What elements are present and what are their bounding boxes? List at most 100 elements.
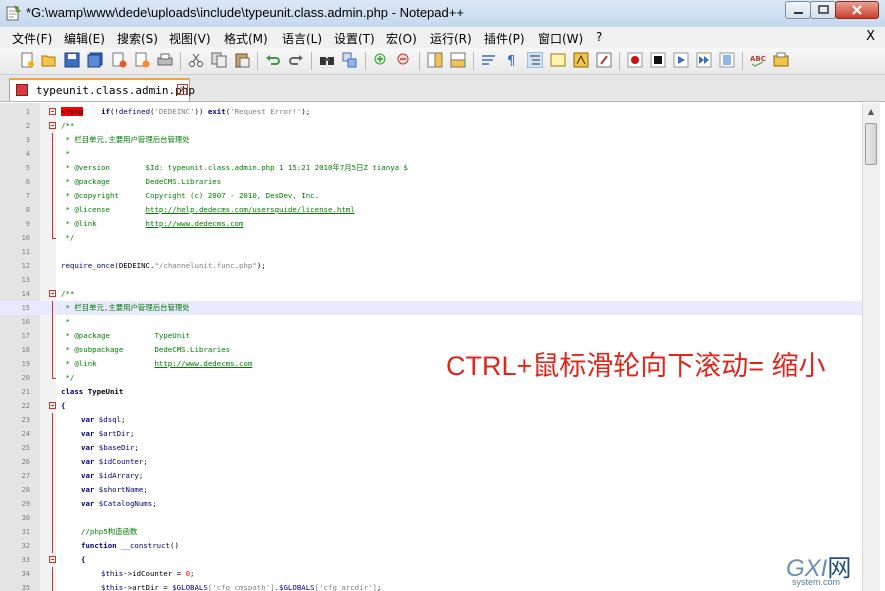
menu-file[interactable]: 文件(F) xyxy=(12,30,52,47)
save-macro-icon[interactable] xyxy=(719,52,735,68)
function-list-icon[interactable] xyxy=(596,52,612,68)
zoom-out-icon[interactable] xyxy=(396,52,412,68)
tab-typeunit[interactable]: typeunit.class.admin.php x xyxy=(9,78,195,101)
save-all-icon[interactable] xyxy=(87,52,103,68)
code-line[interactable]: 5 * @version $Id: typeunit.class.admin.p… xyxy=(0,161,862,175)
paste-icon[interactable] xyxy=(234,52,250,68)
menu-help[interactable]: ? xyxy=(596,30,602,44)
code-line[interactable]: 9 * @link http://www.dedecms.com xyxy=(0,217,862,231)
code-line[interactable]: 31 //php5构造函数 xyxy=(0,525,862,539)
scroll-up-icon[interactable]: ▲ xyxy=(865,106,877,118)
code-link[interactable]: http://www.dedecms.com xyxy=(154,359,252,368)
fold-toggle[interactable] xyxy=(49,122,56,129)
save-icon[interactable] xyxy=(64,52,80,68)
spellcheck-icon[interactable]: ABC xyxy=(750,52,766,68)
code-comment: * @copyright Copyright (c) 2007 - 2010, … xyxy=(61,191,320,200)
fold-line xyxy=(52,161,53,175)
code-line[interactable]: 25 var $baseDir; xyxy=(0,441,862,455)
code-line[interactable]: 16 * xyxy=(0,315,862,329)
code-line[interactable]: 35 $this->artDir = $GLOBALS['cfg_cmspath'… xyxy=(0,581,862,591)
stop-macro-icon[interactable] xyxy=(650,52,666,68)
menu-window[interactable]: 窗口(W) xyxy=(538,30,583,47)
code-line[interactable]: 8 * @license http://help.dedecms.com/use… xyxy=(0,203,862,217)
minimize-icon xyxy=(794,12,803,14)
menu-run[interactable]: 运行(R) xyxy=(430,30,472,47)
play-macro-icon[interactable] xyxy=(673,52,689,68)
code-line[interactable]: 30 xyxy=(0,511,862,525)
code-line[interactable]: 10 */ xyxy=(0,231,862,245)
undo-icon[interactable] xyxy=(265,52,281,68)
udl-icon[interactable] xyxy=(550,52,566,68)
code-line[interactable]: 34 $this->idCounter = 0; xyxy=(0,567,862,581)
doc-map-icon[interactable] xyxy=(573,52,589,68)
fold-toggle[interactable] xyxy=(49,290,56,297)
code-line[interactable]: 12 require_once(DEDEINC."/channelunit.fun… xyxy=(0,259,862,273)
all-chars-icon[interactable]: ¶ xyxy=(504,52,520,68)
code-line[interactable]: 32 function __construct() xyxy=(0,539,862,553)
fold-line xyxy=(52,175,53,189)
code-line[interactable]: 33 { xyxy=(0,553,862,567)
menu-format[interactable]: 格式(M) xyxy=(224,30,268,47)
close-all-icon[interactable] xyxy=(134,52,150,68)
scrollbar-thumb[interactable] xyxy=(865,123,877,165)
vertical-scrollbar[interactable]: ▲ xyxy=(862,103,880,591)
new-file-icon[interactable] xyxy=(19,52,35,68)
code-line[interactable]: 22 { xyxy=(0,399,862,413)
code-link[interactable]: http://help.dedecms.com/usersguide/licen… xyxy=(146,205,355,214)
fold-toggle[interactable] xyxy=(49,108,56,115)
menu-macro[interactable]: 宏(O) xyxy=(386,30,417,47)
wrap-icon[interactable] xyxy=(481,52,497,68)
code-comment: */ xyxy=(61,373,75,382)
code-token: ; xyxy=(138,471,144,480)
code-line[interactable]: 21 class TypeUnit xyxy=(0,385,862,399)
print-icon[interactable] xyxy=(157,52,173,68)
menu-edit[interactable]: 编辑(E) xyxy=(64,30,105,47)
sync-h-icon[interactable] xyxy=(450,52,466,68)
redo-icon[interactable] xyxy=(288,52,304,68)
fold-toggle[interactable] xyxy=(49,402,56,409)
code-line[interactable]: 26 var $idCounter; xyxy=(0,455,862,469)
code-line[interactable]: 7 * @copyright Copyright (c) 2007 - 2010… xyxy=(0,189,862,203)
code-token: ['cfg_cmspath'] xyxy=(207,583,275,591)
code-line[interactable]: 4 * xyxy=(0,147,862,161)
menu-plugins[interactable]: 插件(P) xyxy=(484,30,525,47)
sync-v-icon[interactable] xyxy=(427,52,443,68)
code-line[interactable]: 29 var $CatalogNums; xyxy=(0,497,862,511)
run-macro-icon[interactable] xyxy=(696,52,712,68)
tab-close-icon[interactable]: x xyxy=(177,84,188,95)
menu-search[interactable]: 搜索(S) xyxy=(117,30,158,47)
cut-icon[interactable] xyxy=(188,52,204,68)
code-line[interactable]: 6 * @package DedeCMS.Libraries xyxy=(0,175,862,189)
code-line[interactable]: 2 /** xyxy=(0,119,862,133)
close-window-button[interactable] xyxy=(835,1,879,19)
menu-view[interactable]: 视图(V) xyxy=(169,30,211,47)
line-number: 29 xyxy=(21,500,30,508)
code-link[interactable]: http://www.dedecms.com xyxy=(146,219,244,228)
find-icon[interactable] xyxy=(319,52,335,68)
maximize-button[interactable] xyxy=(810,1,836,19)
code-line[interactable]: 13 xyxy=(0,273,862,287)
menu-settings[interactable]: 设置(T) xyxy=(334,30,375,47)
close-file-icon[interactable] xyxy=(111,52,127,68)
copy-icon[interactable] xyxy=(211,52,227,68)
code-line[interactable]: 27 var $idArrary; xyxy=(0,469,862,483)
open-icon[interactable] xyxy=(41,52,57,68)
indent-guide-icon[interactable] xyxy=(527,52,543,68)
minimize-button[interactable] xyxy=(785,1,811,19)
code-line[interactable]: 24 var $artDir; xyxy=(0,427,862,441)
record-macro-icon[interactable] xyxy=(627,52,643,68)
code-line[interactable]: 11 xyxy=(0,245,862,259)
close-document-button[interactable]: X xyxy=(866,29,875,44)
code-line[interactable]: 3 * 栏目单元,主要用户管理后台管理处 xyxy=(0,133,862,147)
zoom-in-icon[interactable] xyxy=(373,52,389,68)
menu-language[interactable]: 语言(L) xyxy=(282,30,322,47)
code-line[interactable]: 1 <?php if(!defined('DEDEINC')) exit('Req… xyxy=(0,105,862,119)
code-line[interactable]: 17 * @package TypeUnit xyxy=(0,329,862,343)
code-line[interactable]: 28 var $shortName; xyxy=(0,483,862,497)
plugin-icon[interactable] xyxy=(773,52,789,68)
code-line[interactable]: 14 /** xyxy=(0,287,862,301)
code-line-current[interactable]: 15 * 栏目单元,主要用户管理后台管理处 xyxy=(0,301,862,315)
fold-toggle[interactable] xyxy=(49,556,56,563)
code-line[interactable]: 23 var $dsql; xyxy=(0,413,862,427)
replace-icon[interactable] xyxy=(342,52,358,68)
